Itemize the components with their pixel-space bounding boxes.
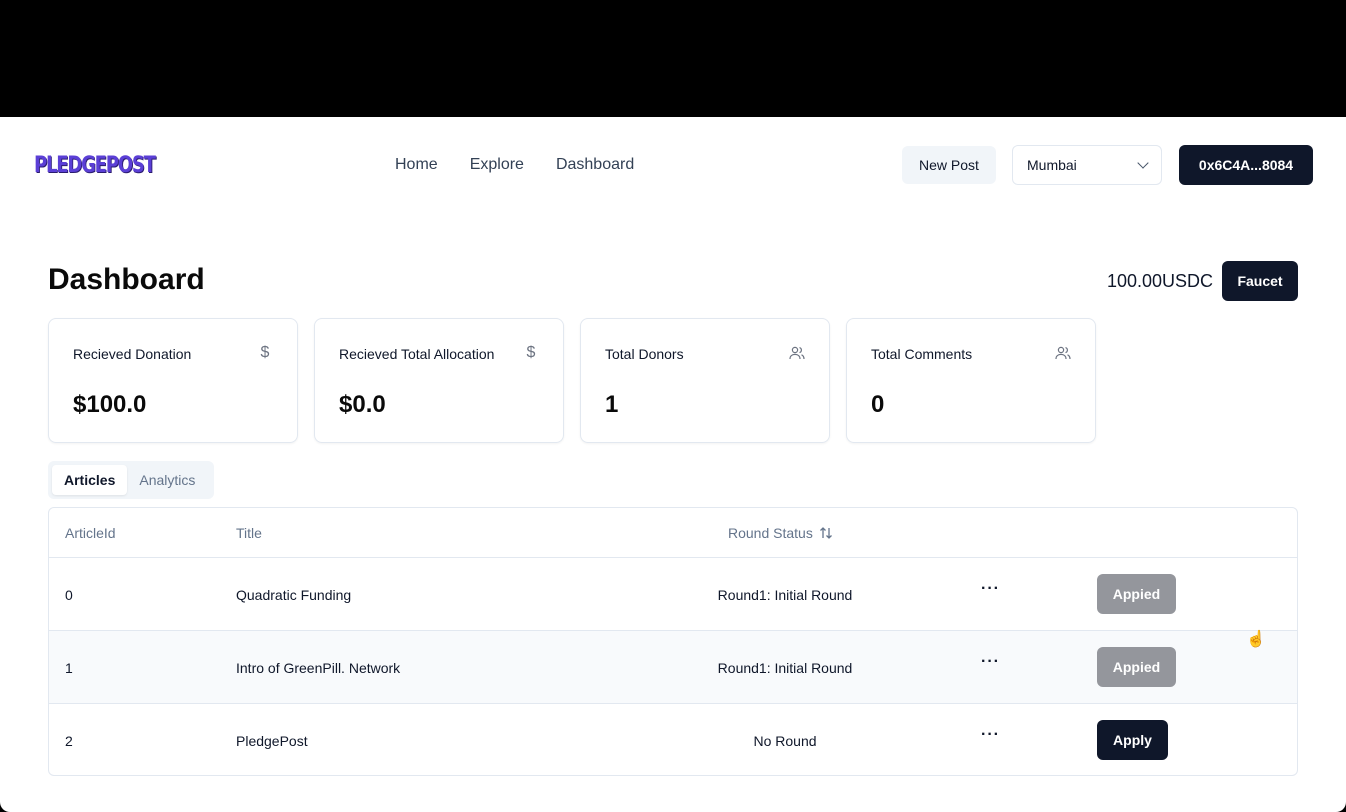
faucet-button[interactable]: Faucet [1222,261,1298,301]
stat-card-received-donation: Recieved Donation $ $100.0 [48,318,298,443]
dollar-icon: $ [260,344,270,361]
sort-icon [819,527,832,539]
chevron-down-icon [1137,157,1149,169]
wallet-button[interactable]: 0x6C4A...8084 [1179,145,1313,185]
cell-title: Intro of GreenPill. Network [236,660,401,676]
applied-button[interactable]: Appied [1097,574,1176,614]
logo[interactable]: PLEDGEPOST [34,153,156,178]
usdc-balance: 100.00USDC [1107,271,1214,291]
network-select[interactable]: Mumbai [1012,145,1162,185]
page-title: Dashboard [48,263,205,296]
table-row: 2 PledgePost No Round ··· Apply [49,704,1297,775]
nav-explore[interactable]: Explore [470,156,524,174]
card-label: Recieved Total Allocation [339,346,495,362]
column-header-article-id: ArticleId [65,525,116,541]
hand-cursor-icon: ☝ [1246,631,1266,648]
card-label: Total Comments [871,346,973,362]
cell-round-status: No Round [753,733,817,749]
cell-article-id: 0 [65,587,73,603]
table-header: ArticleId Title Round Status [49,508,1297,558]
applied-button[interactable]: Appied [1097,647,1176,687]
more-options-icon[interactable]: ··· [981,580,1000,598]
card-value: $100.0 [73,391,147,418]
column-header-round-status[interactable]: Round Status [728,525,833,541]
more-options-icon[interactable]: ··· [981,653,1000,671]
table-row: 1 Intro of GreenPill. Network Round1: In… [49,631,1297,704]
more-options-icon[interactable]: ··· [981,726,1000,744]
users-icon [789,344,805,362]
nav-dashboard[interactable]: Dashboard [556,156,634,174]
cell-round-status: Round1: Initial Round [717,660,853,676]
tab-list: Articles Analytics [48,461,214,499]
cell-round-status: Round1: Initial Round [717,587,853,603]
main-nav: Home Explore Dashboard [395,156,634,174]
stat-card-total-comments: Total Comments 0 [846,318,1096,443]
apply-button[interactable]: Apply [1097,720,1168,760]
app-window: PLEDGEPOST Home Explore Dashboard New Po… [0,117,1346,812]
card-label: Total Donors [605,346,684,362]
card-value: $0.0 [339,391,386,418]
cell-article-id: 1 [65,660,73,676]
network-select-value: Mumbai [1027,157,1077,173]
cell-title: PledgePost [236,733,308,749]
stat-card-total-donors: Total Donors 1 [580,318,830,443]
cell-title: Quadratic Funding [236,587,352,603]
card-value: 0 [871,391,885,418]
stat-card-received-allocation: Recieved Total Allocation $ $0.0 [314,318,564,443]
tab-analytics[interactable]: Analytics [127,465,207,495]
column-header-title: Title [236,525,262,541]
card-label: Recieved Donation [73,346,192,362]
table-row: 0 Quadratic Funding Round1: Initial Roun… [49,558,1297,631]
users-icon [1055,344,1071,362]
nav-home[interactable]: Home [395,156,438,174]
cell-article-id: 2 [65,733,73,749]
card-value: 1 [605,391,619,418]
tab-articles[interactable]: Articles [52,465,128,495]
articles-table: ArticleId Title Round Status 0 Quadratic… [48,507,1298,776]
dollar-icon: $ [526,344,536,361]
column-header-round-status-label: Round Status [728,525,813,541]
new-post-button[interactable]: New Post [902,146,996,184]
